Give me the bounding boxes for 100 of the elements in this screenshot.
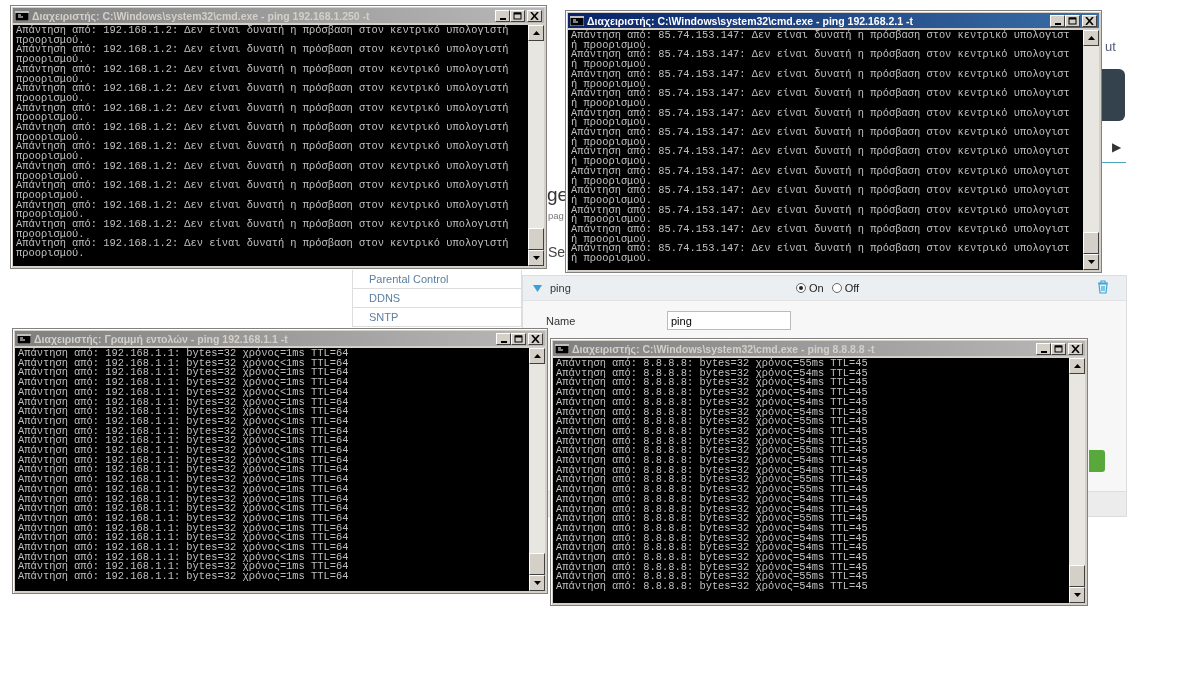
console-line: Απάντηση από: 192.168.1.2: Δεν είναι δυνατή η πρόσβαση στον κεντρικό υπολογιστή: [16, 84, 510, 94]
up-arrow-icon: [1087, 36, 1095, 40]
close-button[interactable]: [527, 9, 542, 22]
rule-title: ping: [550, 282, 572, 294]
expand-caret-icon[interactable]: [533, 284, 542, 292]
minimize-icon: [500, 340, 507, 343]
up-arrow-icon: [532, 31, 540, 35]
scroll-down-button[interactable]: [1083, 254, 1099, 270]
console-line: ή προορισμού.: [571, 137, 654, 148]
console-line: Απάντηση από: 8.8.8.8: bytes=32 χρόνος=55ms TTL=45: [556, 417, 869, 427]
scroll-tab-arrow[interactable]: ▶: [1112, 140, 1121, 154]
console-line: προορισμού.: [16, 229, 85, 240]
console-line: Απάντηση από: 85.74.153.147: Δεν είναι δυνατή η πρόσβαση στον κεντρικό υπολογιστ: [571, 31, 1071, 41]
console-line: Απάντηση από: 85.74.153.147: Δεν είναι δυνατή η πρόσβαση στον κεντρικό υπολογιστ: [571, 186, 1071, 196]
scroll-down-button[interactable]: [1069, 587, 1085, 603]
console-line: Απάντηση από: 192.168.1.2: Δεν είναι δυνατή η πρόσβαση στον κεντρικό υπολογιστή: [16, 161, 510, 172]
minimize-icon: [1054, 22, 1061, 25]
console-line: προορισμού.: [16, 152, 85, 162]
close-icon: [531, 334, 540, 343]
scroll-thumb[interactable]: [1069, 565, 1085, 587]
console-line: Απάντηση από: 192.168.1.2: Δεν είναι δυνατή η πρόσβαση στον κεντρικό υπολογιστή: [16, 181, 510, 191]
minimize-button[interactable]: [495, 9, 510, 22]
console-line: προορισμού.: [16, 55, 85, 65]
sidebar-item[interactable]: SNTP: [353, 308, 521, 327]
maximize-button[interactable]: [511, 332, 526, 345]
up-arrow-icon: [1073, 364, 1081, 368]
down-arrow-icon: [533, 581, 541, 585]
console-line: Απάντηση από: 8.8.8.8: bytes=32 χρόνος=54ms TTL=45: [556, 388, 869, 398]
scroll-thumb[interactable]: [528, 228, 544, 250]
scroll-up-button[interactable]: [1083, 30, 1099, 46]
console-line: Απάντηση από: 192.168.1.1: bytes=32 χρόνος=1ms TTL=64: [18, 484, 350, 495]
console-line: Απάντηση από: 8.8.8.8: bytes=32 χρόνος=55ms TTL=45: [556, 514, 869, 524]
minimize-button[interactable]: [496, 332, 511, 345]
console-line: ή προορισμού.: [571, 40, 654, 51]
console-line: Απάντηση από: 85.74.153.147: Δεν είναι δυνατή η πρόσβαση στον κεντρικό υπολογιστ: [571, 166, 1071, 177]
console-line: Απάντηση από: 192.168.1.1: bytes=32 χρόνος=1ms TTL=64: [18, 378, 350, 388]
minimize-button[interactable]: [1036, 342, 1051, 355]
scroll-down-button[interactable]: [529, 575, 545, 591]
console-line: προορισμού.: [16, 190, 85, 201]
console-line: Απάντηση από: 8.8.8.8: bytes=32 χρόνος=54ms TTL=45: [556, 553, 869, 563]
console-line: προορισμού.: [16, 35, 85, 46]
console-line: Απάντηση από: 8.8.8.8: bytes=32 χρόνος=55ms TTL=45: [556, 359, 869, 369]
minimize-button[interactable]: [1050, 14, 1065, 27]
console-line: Απάντηση από: 192.168.1.1: bytes=32 χρόνος<1ms TTL=64: [18, 543, 350, 553]
down-arrow-icon: [532, 256, 540, 260]
console-line: Απάντηση από: 85.74.153.147: Δεν είναι δυνατή η πρόσβαση στον κεντρικό υπολογιστ: [571, 225, 1071, 235]
scroll-up-button[interactable]: [1069, 358, 1085, 374]
scrollbar[interactable]: [528, 25, 544, 266]
close-button[interactable]: [1068, 342, 1083, 355]
minimize-icon: [499, 17, 506, 20]
maximize-button[interactable]: [510, 9, 525, 22]
console-line: Απάντηση από: 192.168.1.1: bytes=32 χρόνος=1ms TTL=64: [18, 349, 350, 359]
close-button[interactable]: [528, 332, 543, 345]
console-line: Απάντηση από: 85.74.153.147: Δεν είναι δυνατή η πρόσβαση στον κεντρικό υπολογιστ: [571, 128, 1071, 138]
console-line: ή προορισμού.: [571, 60, 654, 70]
header-bar: [1100, 69, 1125, 121]
scroll-up-button[interactable]: [528, 25, 544, 41]
console-line: Απάντηση από: 192.168.1.1: bytes=32 χρόνος<1ms TTL=64: [18, 407, 350, 417]
console-line: Απάντηση από: 192.168.1.1: bytes=32 χρόνος=1ms TTL=64: [18, 572, 350, 582]
console-line: Απάντηση από: 192.168.1.1: bytes=32 χρόνος<1ms TTL=64: [18, 416, 350, 427]
maximize-icon: [1068, 16, 1077, 25]
window-title: Διαχειριστής: Γραμμή εντολών - ping 192.168.1.1 -t: [34, 332, 289, 345]
console-line: Απάντηση από: 192.168.1.2: Δεν είναι δυνατή η πρόσβαση στον κεντρικό υπολογιστή: [16, 26, 510, 36]
console-line: Απάντηση από: 8.8.8.8: bytes=32 χρόνος=54ms TTL=45: [556, 582, 869, 592]
close-icon: [530, 11, 539, 20]
scrollbar[interactable]: [1069, 358, 1085, 603]
close-button[interactable]: [1082, 14, 1097, 27]
status-radio[interactable]: Off: [831, 282, 860, 294]
console-line: Απάντηση από: 8.8.8.8: bytes=32 χρόνος=54ms TTL=45: [556, 494, 869, 505]
maximize-icon: [1054, 344, 1063, 353]
sidebar-item[interactable]: Parental Control: [353, 270, 521, 289]
console-line: ή προορισμού.: [571, 79, 654, 90]
status-radio[interactable]: On: [796, 282, 824, 294]
scrollbar[interactable]: [1083, 30, 1099, 270]
down-arrow-icon: [1073, 593, 1081, 597]
console-line: προορισμού.: [16, 74, 85, 85]
page-subtitle: pag: [548, 210, 564, 221]
scroll-thumb[interactable]: [529, 553, 545, 575]
console-icon: [15, 10, 29, 21]
console-line: Απάντηση από: 192.168.1.1: bytes=32 χρόνος=1ms TTL=64: [18, 513, 350, 524]
scroll-thumb[interactable]: [1083, 232, 1099, 254]
maximize-button[interactable]: [1051, 342, 1066, 355]
scroll-up-button[interactable]: [529, 348, 545, 364]
down-arrow-icon: [1087, 260, 1095, 264]
console-line: ή προορισμού.: [571, 157, 654, 167]
scrollbar[interactable]: [529, 348, 545, 591]
name-field[interactable]: ping: [667, 311, 791, 330]
console-line: προορισμού.: [16, 171, 85, 182]
maximize-button[interactable]: [1065, 14, 1080, 27]
console-line: Απάντηση από: 192.168.1.2: Δεν είναι δυνατή η πρόσβαση στον κεντρικό υπολογιστή: [16, 220, 510, 230]
console-line: Απάντηση από: 85.74.153.147: Δεν είναι δυνατή η πρόσβαση στον κεντρικό υπολογιστ: [571, 69, 1071, 80]
field-label: Name: [546, 314, 577, 327]
maximize-icon: [514, 334, 523, 343]
sidebar-item[interactable]: DDNS: [353, 289, 521, 308]
console-line: Απάντηση από: 8.8.8.8: bytes=32 χρόνος=54ms TTL=45: [556, 426, 869, 437]
scroll-down-button[interactable]: [528, 250, 544, 266]
header-link[interactable]: ut: [1105, 39, 1116, 54]
console-line: ή προορισμού.: [571, 176, 654, 187]
section-heading: Se: [548, 244, 566, 260]
up-arrow-icon: [533, 354, 541, 358]
